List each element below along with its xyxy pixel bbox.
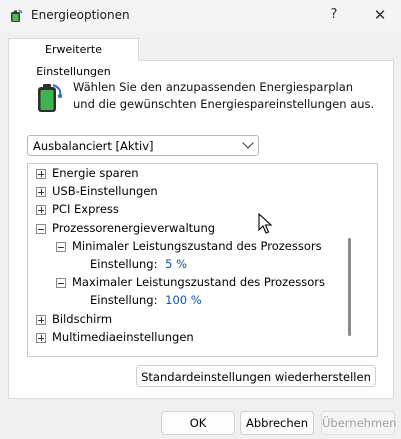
expand-icon[interactable] (36, 187, 46, 197)
chevron-down-icon (242, 137, 254, 149)
help-button[interactable]: ? (322, 4, 346, 26)
setting-value[interactable]: 100 % (165, 293, 202, 307)
tree-item-label: Bildschirm (52, 312, 113, 326)
close-button[interactable]: ✕ (368, 4, 392, 26)
power-plan-value: Ausbalanciert [Aktiv] (33, 139, 154, 153)
expand-icon[interactable] (36, 205, 46, 215)
tree-item-label: Minimaler Leistungszustand des Prozessor… (72, 239, 322, 253)
advanced-settings-panel: Wählen Sie den anzupassenden Energiespar… (8, 60, 394, 399)
setting-label: Einstellung: (90, 293, 158, 307)
description-text: Wählen Sie den anzupassenden Energiespar… (73, 80, 375, 111)
collapse-icon[interactable] (36, 224, 46, 234)
power-plan-select[interactable]: Ausbalanciert [Aktiv] (27, 135, 259, 156)
tree-item-label: Multimediaeinstellungen (52, 330, 194, 344)
setting-label: Einstellung: (90, 257, 158, 271)
tree-item-min-setting[interactable]: Einstellung: 5 % (90, 255, 187, 273)
tree-item-label: USB-Einstellungen (52, 184, 158, 198)
apply-button[interactable]: Übernehmen (321, 411, 397, 435)
tree-item-label: Energie sparen (52, 166, 139, 180)
settings-tree[interactable]: Energie sparen USB-Einstellungen PCI Exp… (27, 163, 378, 357)
mouse-cursor-icon (258, 213, 272, 234)
expand-icon[interactable] (36, 333, 46, 343)
title-bar: Energieoptionen ? ✕ (0, 0, 401, 32)
setting-value[interactable]: 5 % (165, 257, 187, 271)
tree-item-label: Maximaler Leistungszustand des Prozessor… (72, 275, 325, 289)
tree-item-label: PCI Express (52, 202, 119, 216)
tree-item-label: Prozessorenergieverwaltung (52, 221, 216, 235)
battery-icon (38, 84, 62, 112)
expand-icon[interactable] (36, 169, 46, 179)
tree-item-max-setting[interactable]: Einstellung: 100 % (90, 291, 202, 309)
collapse-icon[interactable] (56, 278, 66, 288)
tree-scrollbar[interactable] (348, 238, 351, 336)
window-title: Energieoptionen (31, 8, 130, 22)
cancel-button[interactable]: Abbrechen (240, 411, 314, 435)
power-options-icon (11, 9, 23, 22)
expand-icon[interactable] (36, 315, 46, 325)
tab-advanced-settings[interactable]: Erweiterte Einstellungen (8, 38, 139, 78)
restore-defaults-button[interactable]: Standardeinstellungen wiederherstellen (136, 365, 376, 387)
collapse-icon[interactable] (56, 242, 66, 252)
ok-button[interactable]: OK (161, 411, 235, 435)
